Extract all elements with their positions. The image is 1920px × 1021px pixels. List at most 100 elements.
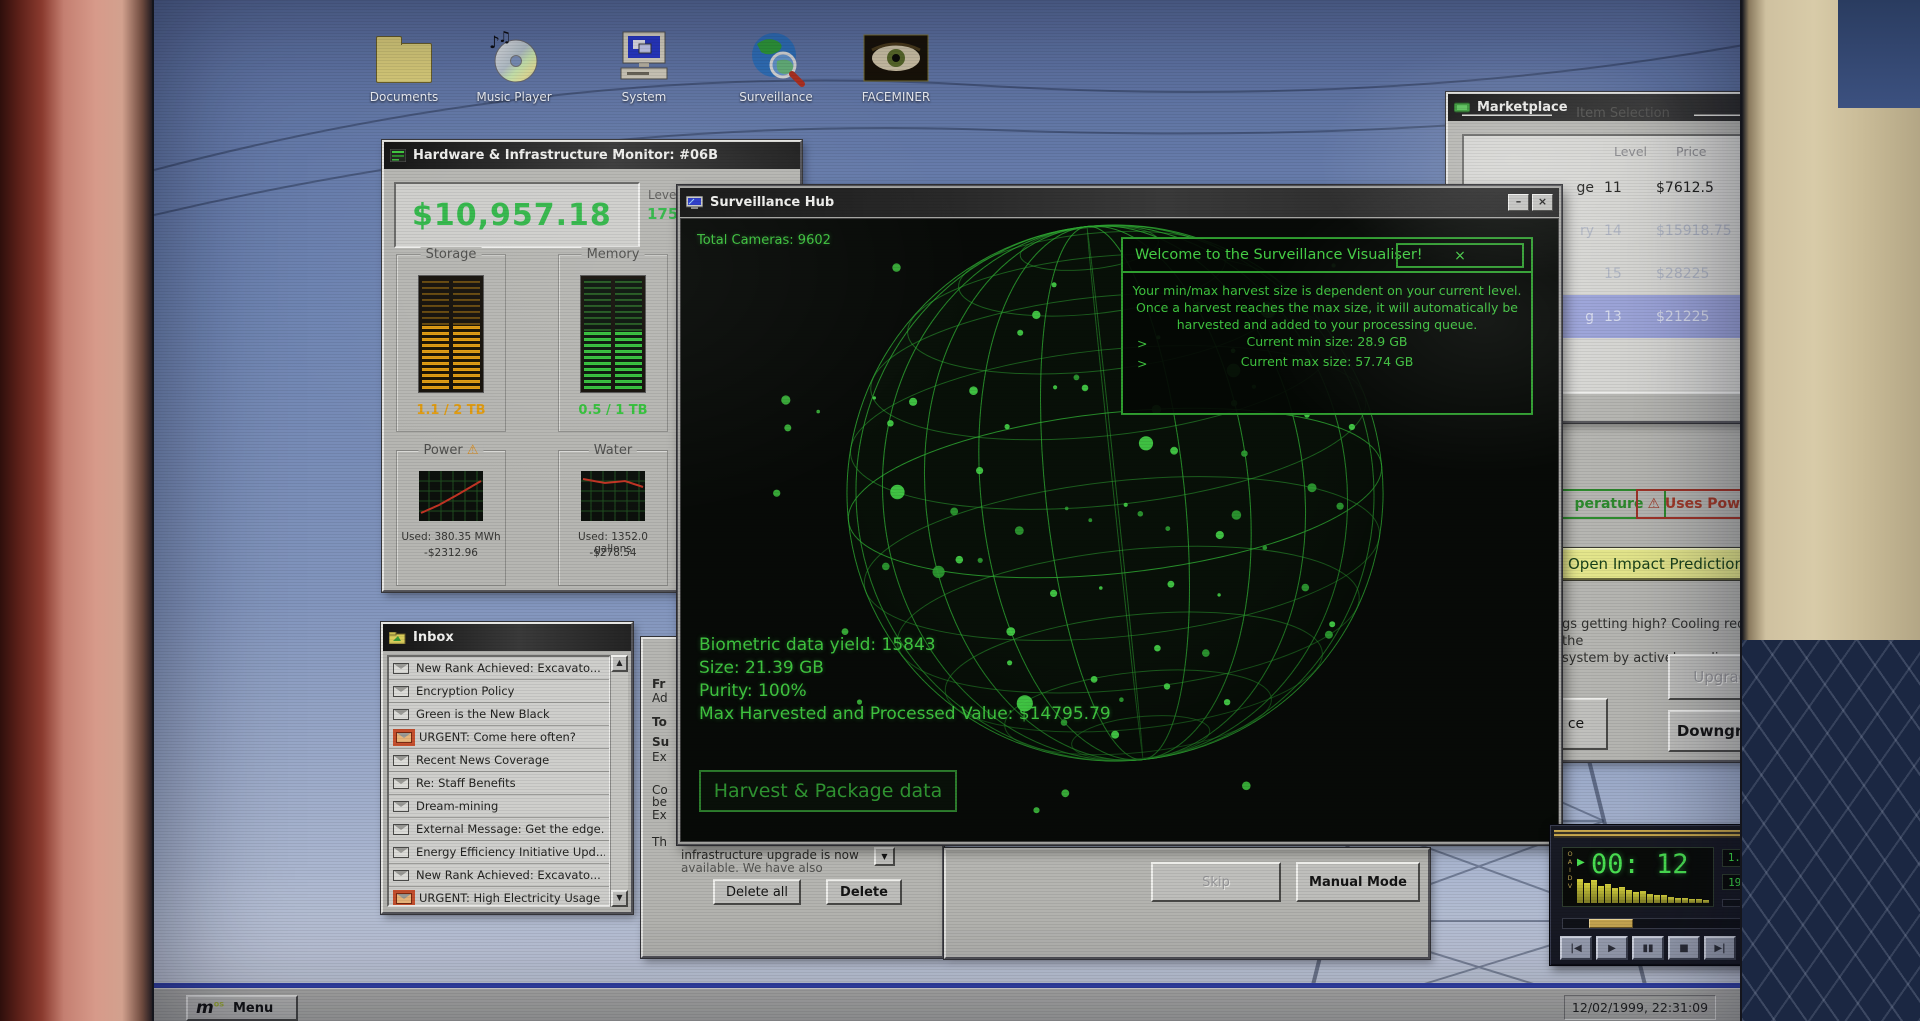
total-cameras-label: Total Cameras: 9602 (697, 233, 831, 248)
scroll-up-icon[interactable]: ▲ (611, 655, 628, 672)
inbox-title: Inbox (413, 630, 454, 645)
upgrade-button[interactable]: Upgrade ⇧ (1668, 654, 1740, 700)
price-column-header: Price (1676, 144, 1707, 159)
dialog-text: harvested and added to your processing q… (1176, 317, 1478, 332)
min-size-value: Current min size: 28.9 GB (1246, 334, 1408, 349)
menu-button[interactable]: mos Menu (186, 995, 298, 1021)
email-field-fragment: Su (652, 735, 670, 749)
surveillance-visualiser: Total Cameras: 9602 Welcome to the Surve… (680, 218, 1559, 842)
pause-button[interactable]: ▮▮ (1632, 936, 1664, 960)
dialog-text: Once a harvest reaches the max size, it … (1136, 300, 1518, 315)
svg-text:♫: ♫ (498, 30, 511, 46)
inbox-item[interactable]: New Rank Achieved: Excavato... (389, 864, 609, 887)
desktop-icon-documents[interactable]: Documents (362, 30, 446, 104)
surveillance-hub-titlebar[interactable]: Surveillance Hub – × (680, 188, 1559, 217)
dialog-close-button[interactable]: × (1396, 243, 1524, 268)
warning-icon: ⚠ (466, 443, 479, 458)
inbox-scrollbar[interactable]: ▲ ▼ (610, 655, 628, 907)
computer-icon (611, 30, 677, 86)
envelope-icon (393, 800, 409, 812)
storage-group: Storage 1.1 / 2 TB (396, 247, 506, 432)
downgrade-button[interactable]: Downgrade ⇩ (1668, 710, 1740, 752)
email-field-fragment: be (652, 795, 667, 809)
processing-controls-panel: Skip Manual Mode (944, 848, 1430, 959)
folder-icon (371, 30, 437, 86)
level-label: Level (648, 188, 680, 202)
email-body-line: infrastructure upgrade is now (681, 848, 859, 862)
desktop-icon-label: FACEMINER (861, 90, 931, 104)
inbox-item-urgent[interactable]: URGENT: Come here often? (389, 726, 609, 749)
desktop-icon-system[interactable]: System (602, 30, 686, 104)
memory-meter (580, 275, 646, 393)
inbox-item[interactable]: New Rank Achieved: Excavato... (389, 657, 609, 680)
monitor-bezel-right (1742, 0, 1920, 1021)
envelope-icon (393, 685, 409, 697)
max-harvest-value: Max Harvested and Processed Value: $1479… (699, 704, 1111, 724)
bitrate-value: 192 (1722, 874, 1740, 890)
player-lcd: O A I D V ▶ 00: 12 (1562, 847, 1714, 907)
hardware-monitor-titlebar[interactable]: Hardware & Infrastructure Monitor: #06B (384, 142, 800, 169)
delete-all-button[interactable]: Delete all (713, 879, 801, 905)
harvest-package-button[interactable]: Harvest & Package data (699, 770, 957, 812)
seek-bar[interactable] (1562, 918, 1740, 929)
manual-mode-button[interactable]: Manual Mode (1296, 862, 1420, 902)
welcome-dialog: Welcome to the Surveillance Visualiser! … (1121, 237, 1533, 415)
envelope-icon (393, 777, 409, 789)
dropdown-arrow-icon[interactable]: ▼ (874, 847, 895, 866)
inbox-list: New Rank Achieved: Excavato... Encryptio… (387, 655, 611, 907)
inbox-window: Inbox New Rank Achieved: Excavato... Enc… (381, 622, 633, 914)
inbox-item[interactable]: Recent News Coverage (389, 749, 609, 772)
desktop-icon-label: Documents (369, 90, 439, 104)
email-body-line: available. We have also (681, 861, 823, 875)
envelope-icon (393, 754, 409, 766)
biometric-yield: Biometric data yield: 15843 (699, 635, 936, 655)
seek-handle[interactable] (1588, 919, 1633, 928)
inbox-item[interactable]: Encryption Policy (389, 680, 609, 703)
volume-slider[interactable] (1722, 899, 1740, 907)
os-logo: mos (196, 997, 224, 1018)
clutterbar[interactable]: O A I D V (1566, 850, 1574, 890)
open-impact-prediction-button[interactable]: Open Impact Prediction (1556, 548, 1740, 580)
player-titlebar[interactable]: × (1554, 828, 1740, 840)
envelope-icon (393, 869, 409, 881)
inbox-item[interactable]: Green is the New Black (389, 703, 609, 726)
inbox-item[interactable]: External Message: Get the edge... (389, 818, 609, 841)
envelope-icon (393, 846, 409, 858)
delete-button[interactable]: Delete (826, 879, 902, 905)
previous-button[interactable]: |◀ (1560, 936, 1592, 960)
level-column-header: Level (1614, 144, 1647, 159)
inbox-item-urgent[interactable]: URGENT: High Electricity Usage (389, 887, 609, 905)
surveillance-hub-title: Surveillance Hub (710, 195, 835, 210)
desktop-icon-music-player[interactable]: ♪ ♫ Music Player (472, 30, 556, 104)
desktop-screen: Documents ♪ ♫ Music Player System Survei… (152, 0, 1742, 1021)
power-used: Used: 380.35 MWh (401, 531, 501, 543)
next-button[interactable]: ▶| (1704, 936, 1736, 960)
power-graph (419, 471, 483, 521)
monitor-bezel-left (0, 0, 152, 1021)
storage-value: 1.1 / 2 TB (416, 403, 486, 418)
scroll-down-icon[interactable]: ▼ (611, 890, 628, 907)
desktop-icon-faceminer[interactable]: FACEMINER (854, 30, 938, 104)
play-button[interactable]: ▶ (1596, 936, 1628, 960)
hardware-monitor-title: Hardware & Infrastructure Monitor: #06B (413, 148, 718, 163)
desktop-icon-surveillance[interactable]: Surveillance (734, 30, 818, 104)
skip-button[interactable]: Skip (1151, 862, 1281, 902)
email-field-fragment: Ex (652, 750, 667, 764)
stop-button[interactable]: ■ (1668, 936, 1700, 960)
close-icon[interactable]: × (1532, 194, 1553, 211)
harvest-size: Size: 21.39 GB (699, 658, 824, 678)
taskbar: mos Menu 12/02/1999, 22:31:09 (154, 983, 1740, 1021)
email-field-fragment: Ad (652, 691, 668, 705)
inbox-titlebar[interactable]: Inbox (383, 624, 631, 651)
minimize-icon[interactable]: – (1508, 194, 1529, 211)
item-selection-label: Item Selection (1462, 106, 1740, 121)
taskbar-clock: 12/02/1999, 22:31:09 (1564, 995, 1716, 1020)
inbox-item[interactable]: Re: Staff Benefits (389, 772, 609, 795)
inbox-item[interactable]: Energy Efficiency Initiative Upd... (389, 841, 609, 864)
inbox-item[interactable]: Dream-mining (389, 795, 609, 818)
max-size-value: Current max size: 57.74 GB (1240, 354, 1414, 369)
water-cost: -$278.54 (589, 547, 637, 559)
envelope-icon (393, 708, 409, 720)
monitor-icon (686, 195, 703, 209)
envelope-icon (393, 823, 409, 835)
